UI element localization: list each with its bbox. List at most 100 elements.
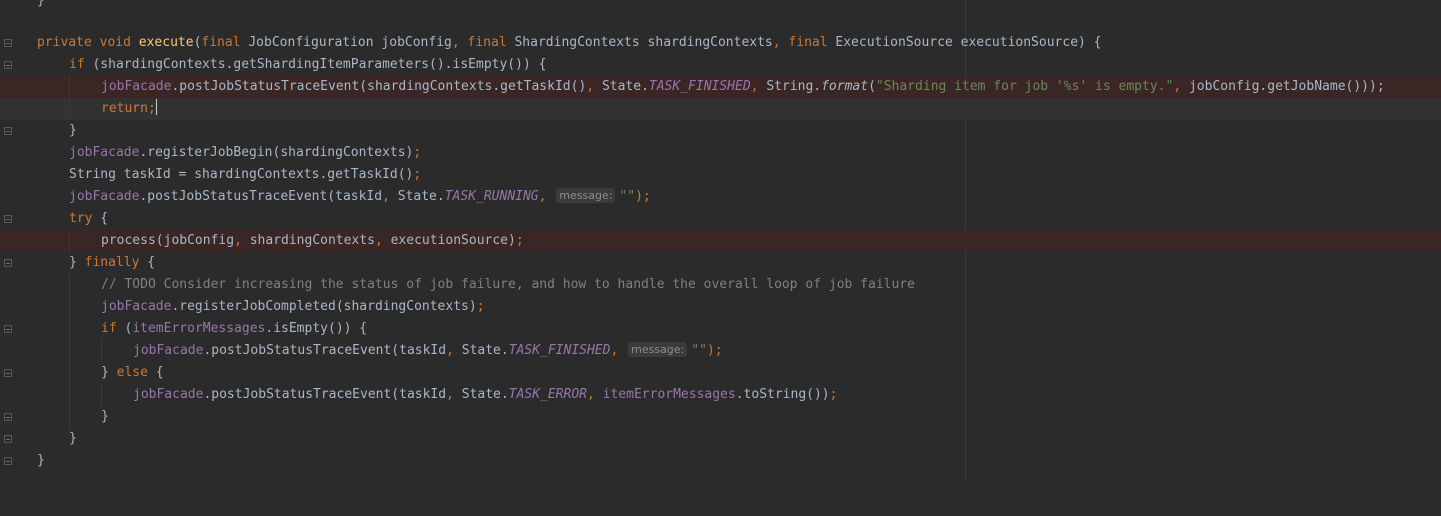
code-token: , (234, 233, 250, 248)
code-line[interactable]: jobFacade.registerJobCompleted(shardingC… (0, 296, 1441, 318)
field-token: itemErrorMessages (602, 387, 736, 402)
parameter-hint: message: (556, 188, 616, 203)
code-token: { (139, 255, 156, 270)
field-token: jobFacade (69, 145, 140, 160)
constant-token: TASK_RUNNING (444, 189, 539, 204)
code-token: JobConfiguration jobConfig (240, 35, 452, 50)
code-token: ExecutionSource executionSource) { (827, 35, 1102, 50)
code-token: { (147, 365, 164, 380)
code-line[interactable]: } (0, 428, 1441, 450)
code-line[interactable]: jobFacade.registerJobBegin(shardingConte… (0, 142, 1441, 164)
code-line[interactable]: if (itemErrorMessages.isEmpty()) { (0, 318, 1441, 340)
field-token: jobFacade (133, 387, 204, 402)
code-token: jobConfig.getJobName())); (1188, 79, 1385, 94)
code-line[interactable]: String taskId = shardingContexts.getTask… (0, 164, 1441, 186)
string-token: "" (619, 189, 636, 204)
code-token: } (69, 431, 77, 446)
code-token: .postJobStatusTraceEvent(taskId (203, 387, 447, 402)
code-line-current[interactable]: return; (0, 98, 1441, 120)
code-token: ); (635, 189, 651, 204)
code-token: , (772, 35, 789, 50)
code-editor[interactable]: } private void execute(final JobConfigur… (0, 0, 1441, 480)
code-line[interactable]: } (0, 450, 1441, 472)
code-token: ); (706, 343, 723, 358)
code-token: } (101, 409, 109, 424)
code-line[interactable]: // TODO Consider increasing the status o… (0, 274, 1441, 296)
keyword-token: finally (84, 255, 140, 270)
string-token: "Sharding item for job '%s' is empty." (875, 79, 1174, 94)
code-line[interactable]: if (shardingContexts.getShardingItemPara… (0, 54, 1441, 76)
code-token: , (610, 343, 627, 358)
code-line[interactable]: jobFacade.postJobStatusTraceEvent(taskId… (0, 186, 1441, 208)
code-token: , (446, 387, 462, 402)
code-token: shardingContexts (249, 233, 375, 248)
code-line[interactable]: try { (0, 208, 1441, 230)
parameter-hint: message: (628, 342, 688, 357)
code-token: , (587, 387, 603, 402)
keyword-token: final (788, 35, 828, 50)
code-token: } (37, 0, 45, 8)
code-token: ; (515, 233, 524, 248)
code-line[interactable]: jobFacade.postJobStatusTraceEvent(taskId… (0, 384, 1441, 406)
code-token: .postJobStatusTraceEvent(taskId (203, 343, 447, 358)
keyword-token: else (116, 365, 148, 380)
keyword-token: private (37, 35, 92, 50)
code-token: .registerJobBegin(shardingContexts) (139, 145, 414, 160)
field-token: jobFacade (101, 299, 172, 314)
code-line[interactable]: } (0, 120, 1441, 142)
keyword-token: return (101, 101, 148, 116)
code-token: .isEmpty()) { (265, 321, 368, 336)
code-token: State. (397, 189, 445, 204)
code-token: } (101, 365, 117, 380)
keyword-token: void (99, 35, 131, 50)
constant-token: TASK_FINISHED (648, 79, 751, 94)
code-token: , (382, 189, 398, 204)
string-token: "" (691, 343, 707, 358)
code-token: .postJobStatusTraceEvent(taskId (139, 189, 383, 204)
keyword-token: final (201, 35, 241, 50)
code-token: ; (413, 145, 422, 160)
code-token: State. (461, 387, 509, 402)
code-token: process(jobConfig (101, 233, 235, 248)
code-token: State. (461, 343, 509, 358)
code-line[interactable]: } else { (0, 362, 1441, 384)
field-token: itemErrorMessages (132, 321, 266, 336)
code-line-error[interactable]: process(jobConfig, shardingContexts, exe… (0, 230, 1441, 252)
keyword-token: if (69, 57, 85, 72)
code-line[interactable]: } (0, 406, 1441, 428)
code-token: .toString()) (735, 387, 830, 402)
static-method-token: format (821, 79, 869, 94)
code-token: } (69, 123, 77, 138)
code-line[interactable]: private void execute(final JobConfigurat… (0, 32, 1441, 54)
comment-token: // TODO Consider increasing the status o… (101, 277, 915, 292)
field-token: jobFacade (69, 189, 140, 204)
code-token: State. (601, 79, 649, 94)
code-token: ShardingContexts shardingContexts (506, 35, 773, 50)
code-token: } (69, 255, 85, 270)
code-line[interactable]: jobFacade.postJobStatusTraceEvent(taskId… (0, 340, 1441, 362)
code-token: ( (868, 79, 876, 94)
code-token: .postJobStatusTraceEvent(shardingContext… (171, 79, 587, 94)
code-token: String taskId = shardingContexts.getTask… (69, 167, 414, 182)
constant-token: TASK_ERROR (508, 387, 587, 402)
code-token: (shardingContexts.getShardingItemParamet… (84, 57, 547, 72)
code-line[interactable]: } finally { (0, 252, 1441, 274)
code-token: , (1173, 79, 1189, 94)
code-token: , (586, 79, 602, 94)
field-token: jobFacade (101, 79, 172, 94)
code-token: { (92, 211, 109, 226)
text-caret (155, 99, 157, 115)
code-token: ( (116, 321, 133, 336)
code-token: , (451, 35, 468, 50)
code-token: ; (147, 101, 156, 116)
code-token: , (446, 343, 462, 358)
code-token: } (37, 453, 45, 468)
code-line-error[interactable]: jobFacade.postJobStatusTraceEvent(shardi… (0, 76, 1441, 98)
field-token: jobFacade (133, 343, 204, 358)
code-line[interactable]: } (0, 0, 1441, 12)
method-name: execute (138, 35, 194, 50)
code-token: .registerJobCompleted(shardingContexts) (171, 299, 477, 314)
constant-token: TASK_FINISHED (508, 343, 611, 358)
code-token: ; (413, 167, 422, 182)
code-token: ; (829, 387, 838, 402)
